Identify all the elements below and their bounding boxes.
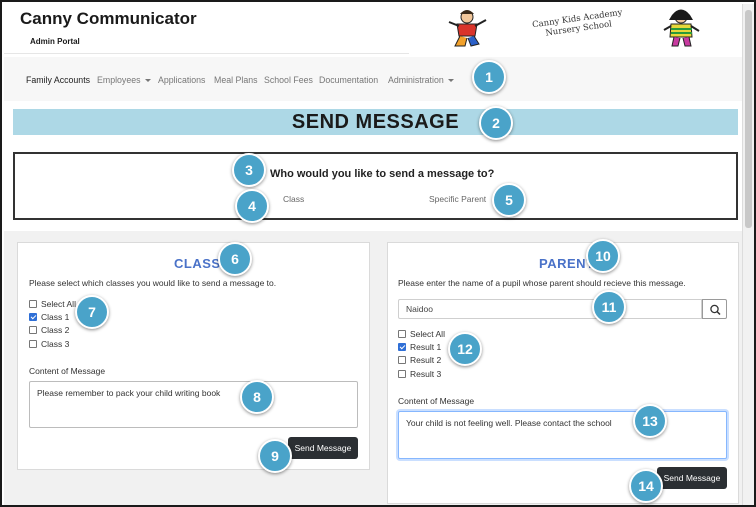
callout-marker-6: 6 <box>218 242 252 276</box>
chevron-down-icon <box>144 79 151 83</box>
pupil-search-button[interactable] <box>702 299 727 319</box>
school-logo-text: Canny Kids Academy Nursery School <box>531 7 624 39</box>
parent-content-label: Content of Message <box>398 396 475 406</box>
class-send-message-button[interactable]: Send Message <box>288 437 358 459</box>
recipient-question: Who would you like to send a message to? <box>270 168 495 180</box>
recipient-choice-box <box>13 152 738 220</box>
callout-marker-13: 13 <box>633 404 667 438</box>
class-card <box>17 242 370 470</box>
checkbox-checked[interactable] <box>29 313 37 321</box>
parent-message-textarea[interactable]: Your child is not feeling well. Please c… <box>398 411 727 459</box>
callout-marker-11: 11 <box>592 290 626 324</box>
checkbox[interactable] <box>398 356 406 364</box>
pupil-search-input[interactable]: Naidoo <box>398 299 702 319</box>
class-option-select-all[interactable]: Select All <box>29 299 76 309</box>
screenshot-frame: Canny Communicator Admin Portal Canny Ki… <box>0 0 756 507</box>
search-icon <box>710 304 721 316</box>
parent-option-select-all[interactable]: Select All <box>398 329 445 339</box>
nav-documentation[interactable]: Documentation <box>319 75 378 85</box>
callout-marker-12: 12 <box>448 332 482 366</box>
nav-administration[interactable]: Administration <box>388 75 454 85</box>
checkbox[interactable] <box>398 330 406 338</box>
app-header: Canny Communicator Admin Portal Canny Ki… <box>4 4 740 54</box>
callout-marker-8: 8 <box>240 380 274 414</box>
checkbox[interactable] <box>398 370 406 378</box>
class-option-class-2[interactable]: Class 2 <box>29 325 69 335</box>
callout-marker-2: 2 <box>479 106 513 140</box>
nav-applications[interactable]: Applications <box>158 75 205 85</box>
cartoon-kid-right-icon <box>663 9 700 47</box>
callout-marker-9: 9 <box>258 439 292 473</box>
checkbox-checked[interactable] <box>398 343 406 351</box>
callout-marker-4: 4 <box>235 189 269 223</box>
app-title: Canny Communicator <box>20 9 197 28</box>
parent-option-result-1[interactable]: Result 1 <box>398 342 441 352</box>
app-subtitle: Admin Portal <box>30 37 80 46</box>
callout-marker-14: 14 <box>629 469 663 503</box>
recipient-option-specific-parent[interactable]: Specific Parent <box>429 194 486 204</box>
page-title: SEND MESSAGE <box>13 109 738 135</box>
recipient-option-class[interactable]: Class <box>283 194 304 204</box>
callout-marker-10: 10 <box>586 239 620 273</box>
parent-send-message-button[interactable]: Send Message <box>657 467 727 489</box>
page-scrollbar-thumb[interactable] <box>745 10 752 228</box>
chevron-down-icon <box>447 79 454 83</box>
callout-marker-3: 3 <box>232 153 266 187</box>
parent-option-result-2[interactable]: Result 2 <box>398 355 441 365</box>
class-card-title: CLASS <box>174 256 221 271</box>
callout-marker-5: 5 <box>492 183 526 217</box>
callout-marker-1: 1 <box>472 60 506 94</box>
cartoon-kid-left-icon <box>448 10 487 47</box>
nav-school-fees[interactable]: School Fees <box>264 75 313 85</box>
checkbox[interactable] <box>29 340 37 348</box>
parent-instructions: Please enter the name of a pupil whose p… <box>398 278 686 288</box>
class-content-label: Content of Message <box>29 366 106 376</box>
nav-family-accounts[interactable]: Family Accounts <box>26 75 90 85</box>
class-message-textarea[interactable]: Please remember to pack your child writi… <box>29 381 358 428</box>
main-navigation: Family Accounts Employees Applications M… <box>4 57 742 101</box>
class-instructions: Please select which classes you would li… <box>29 278 277 288</box>
school-logo-banner: Canny Kids Academy Nursery School <box>409 4 740 54</box>
checkbox[interactable] <box>29 326 37 334</box>
checkbox[interactable] <box>29 300 37 308</box>
class-option-class-1[interactable]: Class 1 <box>29 312 69 322</box>
callout-marker-7: 7 <box>75 295 109 329</box>
nav-employees[interactable]: Employees <box>97 75 151 85</box>
class-option-class-3[interactable]: Class 3 <box>29 339 69 349</box>
parent-option-result-3[interactable]: Result 3 <box>398 369 441 379</box>
nav-meal-plans[interactable]: Meal Plans <box>214 75 258 85</box>
